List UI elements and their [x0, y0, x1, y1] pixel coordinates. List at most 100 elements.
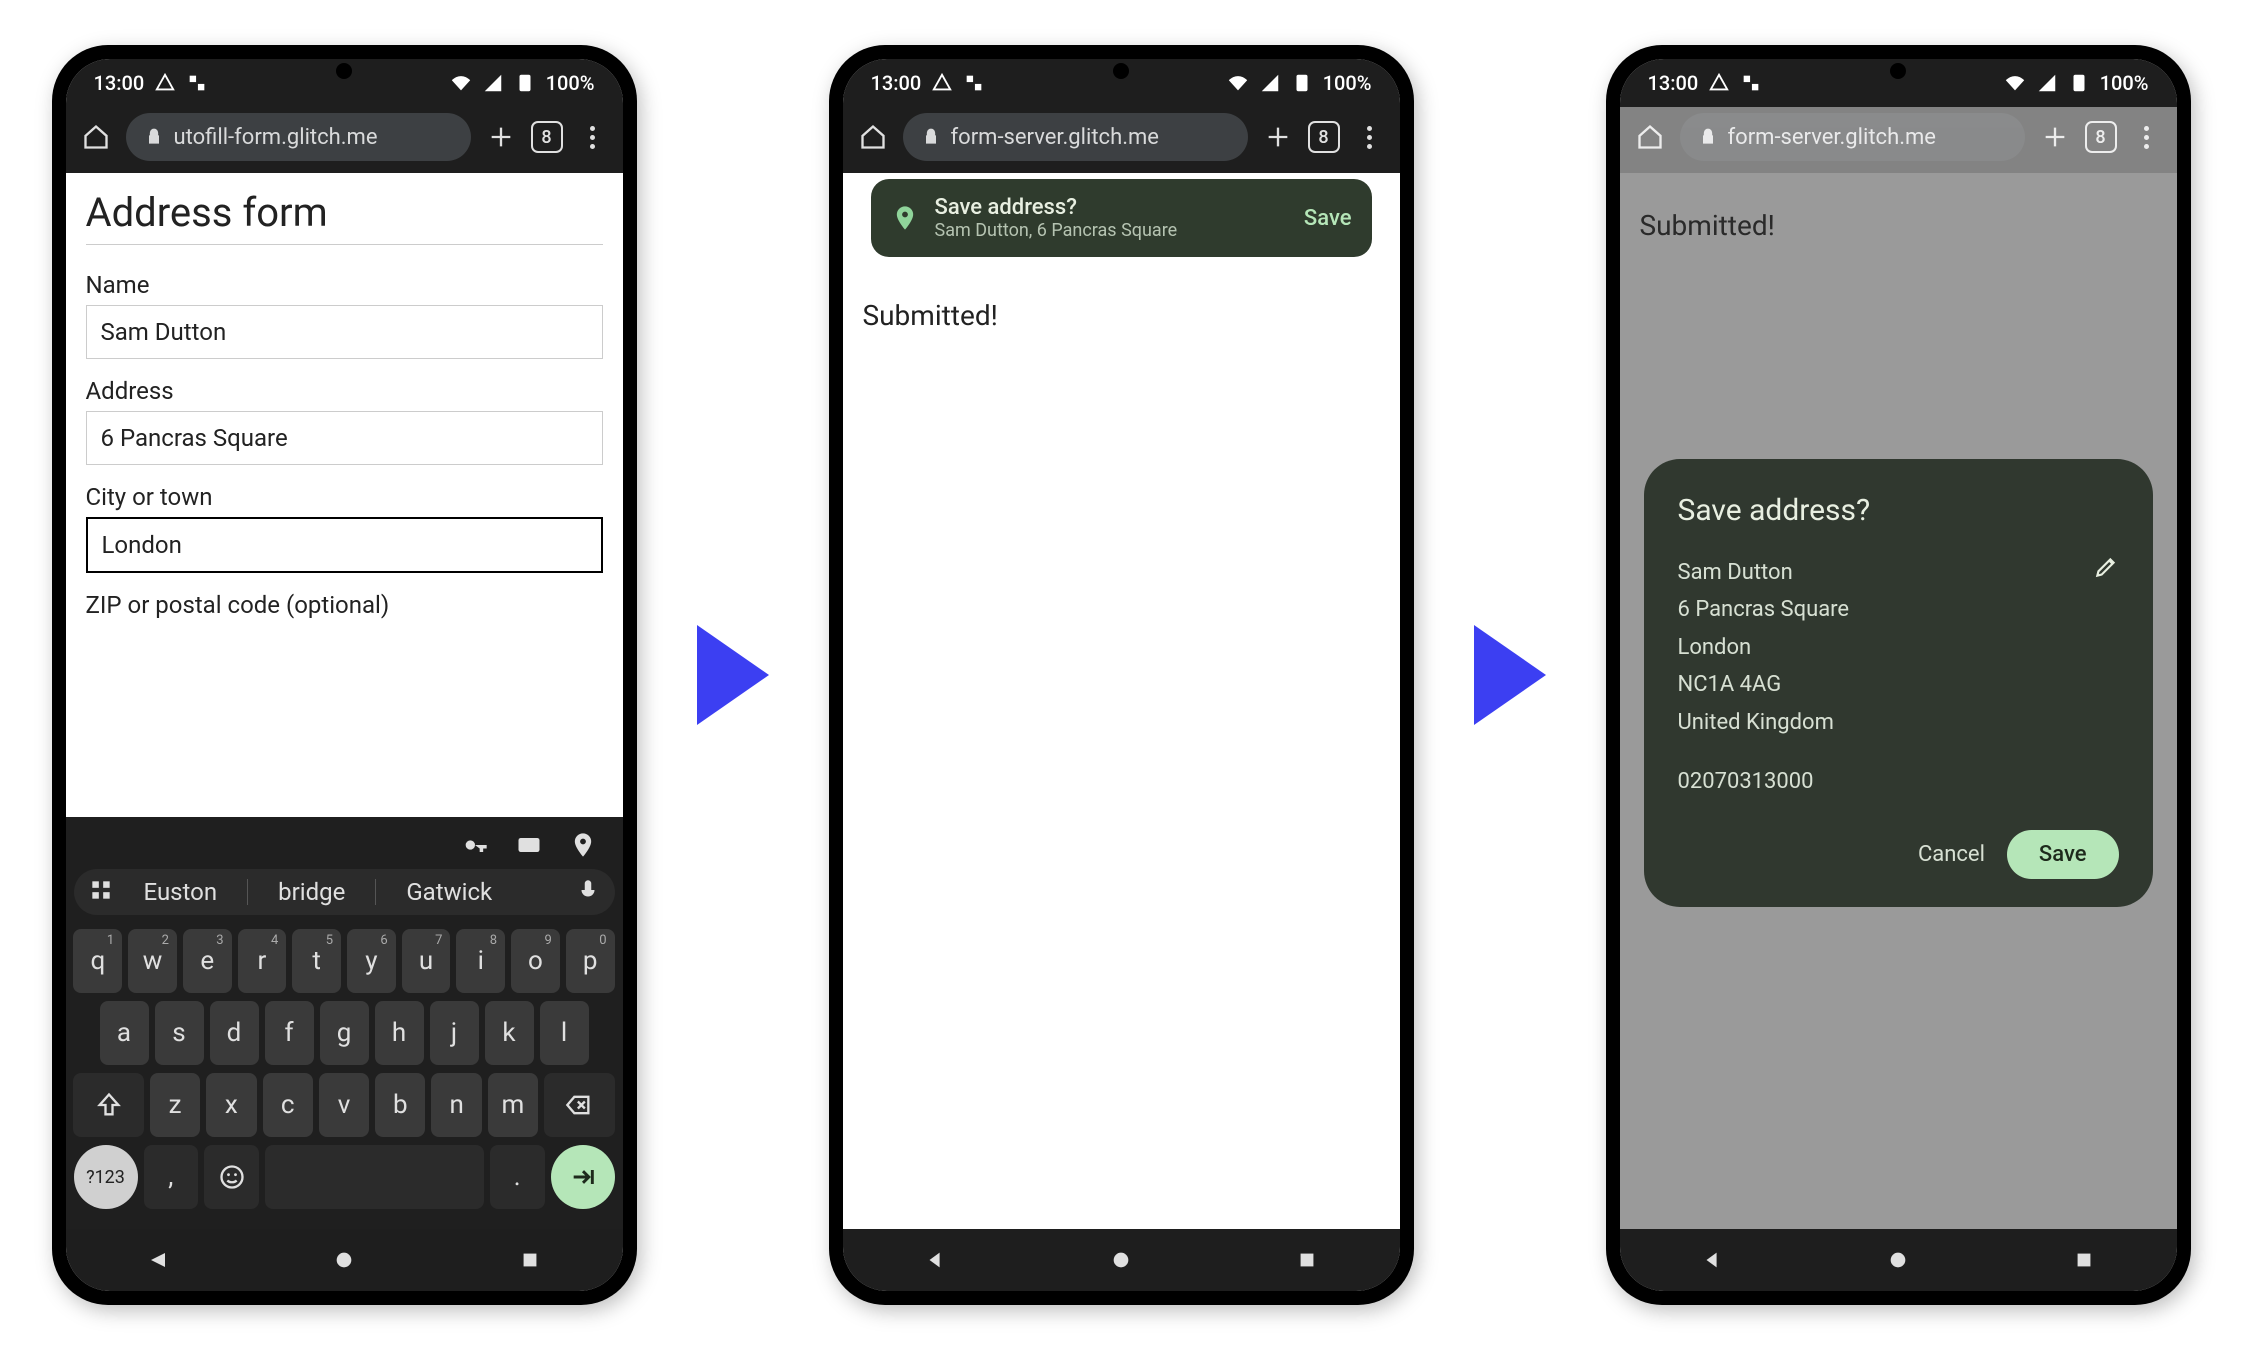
key-j[interactable]: j	[430, 1001, 479, 1065]
nav-recents[interactable]	[515, 1245, 545, 1275]
kb-apps-icon[interactable]	[88, 877, 114, 907]
key-p[interactable]: p0	[566, 929, 615, 993]
key-e[interactable]: e3	[183, 929, 232, 993]
home-button[interactable]	[857, 121, 889, 153]
key-i[interactable]: i8	[456, 929, 505, 993]
suggestion-3[interactable]: Gatwick	[394, 878, 504, 906]
signal-icon	[1259, 72, 1281, 94]
key-m[interactable]: m	[488, 1073, 538, 1137]
browser-toolbar: form-server.glitch.me 8	[843, 107, 1400, 173]
save-button[interactable]: Save	[2007, 830, 2119, 879]
key-o[interactable]: o9	[511, 929, 560, 993]
url-text: form-server.glitch.me	[951, 125, 1159, 150]
city-field: City or town	[86, 483, 603, 573]
zip-field: ZIP or postal code (optional)	[86, 591, 603, 619]
edit-button[interactable]	[2093, 554, 2119, 584]
key-b[interactable]: b	[375, 1073, 425, 1137]
save-address-dialog: Save address? Sam Dutton 6 Pancras Squar…	[1644, 459, 2153, 907]
kb-row-1: q1w2e3r4t5y6u7i8o9p0	[74, 929, 615, 993]
key-a[interactable]: a	[100, 1001, 149, 1065]
nav-back[interactable]	[1697, 1245, 1727, 1275]
new-tab-button[interactable]	[2039, 121, 2071, 153]
key-v[interactable]: v	[319, 1073, 369, 1137]
city-input[interactable]	[86, 517, 603, 573]
city-label: City or town	[86, 483, 603, 511]
url-pill[interactable]: form-server.glitch.me	[903, 113, 1248, 161]
comma-key[interactable]: ,	[144, 1145, 199, 1209]
key-l[interactable]: l	[540, 1001, 589, 1065]
nav-home[interactable]	[329, 1245, 359, 1275]
status-app-icon	[186, 72, 208, 94]
nav-back[interactable]	[143, 1245, 173, 1275]
key-r[interactable]: r4	[238, 929, 287, 993]
home-button[interactable]	[1634, 121, 1666, 153]
nav-home[interactable]	[1106, 1245, 1136, 1275]
overflow-menu-button[interactable]	[2131, 121, 2163, 153]
url-pill[interactable]: utofill-form.glitch.me	[126, 113, 471, 161]
status-time: 13:00	[1648, 71, 1699, 95]
key-c[interactable]: c	[263, 1073, 313, 1137]
key-w[interactable]: w2	[128, 929, 177, 993]
nav-recents[interactable]	[1292, 1245, 1322, 1275]
tabs-button[interactable]: 8	[1308, 121, 1340, 153]
key-h[interactable]: h	[375, 1001, 424, 1065]
address-input[interactable]	[86, 411, 603, 465]
nav-back[interactable]	[920, 1245, 950, 1275]
key-n[interactable]: n	[431, 1073, 481, 1137]
key-u[interactable]: u7	[402, 929, 451, 993]
address-label: Address	[86, 377, 603, 405]
signal-icon	[2036, 72, 2058, 94]
emoji-key[interactable]	[204, 1145, 259, 1209]
address-field: Address	[86, 377, 603, 465]
new-tab-button[interactable]	[1262, 121, 1294, 153]
url-pill[interactable]: form-server.glitch.me	[1680, 113, 2025, 161]
key-password-icon[interactable]	[461, 831, 489, 859]
key-location-icon[interactable]	[569, 831, 597, 859]
name-input[interactable]	[86, 305, 603, 359]
dialog-phone: 02070313000	[1678, 763, 2073, 800]
page-content: Submitted!	[843, 173, 1400, 1229]
period-key[interactable]: .	[490, 1145, 545, 1209]
nav-recents[interactable]	[2069, 1245, 2099, 1275]
spacebar-key[interactable]	[265, 1145, 484, 1209]
overflow-menu-button[interactable]	[1354, 121, 1386, 153]
kb-mic-icon[interactable]	[575, 877, 601, 907]
key-f[interactable]: f	[265, 1001, 314, 1065]
tabs-button[interactable]: 8	[531, 121, 563, 153]
symbols-key[interactable]: ?123	[74, 1145, 138, 1209]
new-tab-button[interactable]	[485, 121, 517, 153]
suggestion-1[interactable]: Euston	[132, 878, 230, 906]
wifi-icon	[450, 72, 472, 94]
key-k[interactable]: k	[485, 1001, 534, 1065]
next-key[interactable]	[551, 1145, 615, 1209]
key-d[interactable]: d	[210, 1001, 259, 1065]
save-address-banner: Save address? Sam Dutton, 6 Pancras Squa…	[871, 179, 1372, 257]
cancel-button[interactable]: Cancel	[1918, 842, 1985, 867]
screen-3: 13:00 100% form-server.glitch.me 8 Submi	[1620, 59, 2177, 1291]
key-z[interactable]: z	[150, 1073, 200, 1137]
lock-icon	[144, 127, 164, 147]
backspace-key[interactable]	[544, 1073, 614, 1137]
key-y[interactable]: y6	[347, 929, 396, 993]
key-s[interactable]: s	[155, 1001, 204, 1065]
overflow-menu-button[interactable]	[577, 121, 609, 153]
tabs-button[interactable]: 8	[2085, 121, 2117, 153]
key-x[interactable]: x	[206, 1073, 256, 1137]
key-q[interactable]: q1	[73, 929, 122, 993]
suggestion-2[interactable]: bridge	[266, 878, 357, 906]
name-label: Name	[86, 271, 603, 299]
dialog-postcode: NC1A 4AG	[1678, 666, 2073, 703]
kb-row-3: zxcvbnm	[74, 1073, 615, 1137]
key-t[interactable]: t5	[292, 929, 341, 993]
key-card-icon[interactable]	[515, 831, 543, 859]
shift-key[interactable]	[73, 1073, 143, 1137]
system-navbar	[1620, 1229, 2177, 1291]
dialog-city: London	[1678, 629, 2073, 666]
key-g[interactable]: g	[320, 1001, 369, 1065]
home-button[interactable]	[80, 121, 112, 153]
banner-save-button[interactable]: Save	[1304, 206, 1352, 231]
nav-home[interactable]	[1883, 1245, 1913, 1275]
battery-pct: 100%	[546, 71, 595, 95]
battery-pct: 100%	[2100, 71, 2149, 95]
arrow-2	[1474, 625, 1546, 725]
